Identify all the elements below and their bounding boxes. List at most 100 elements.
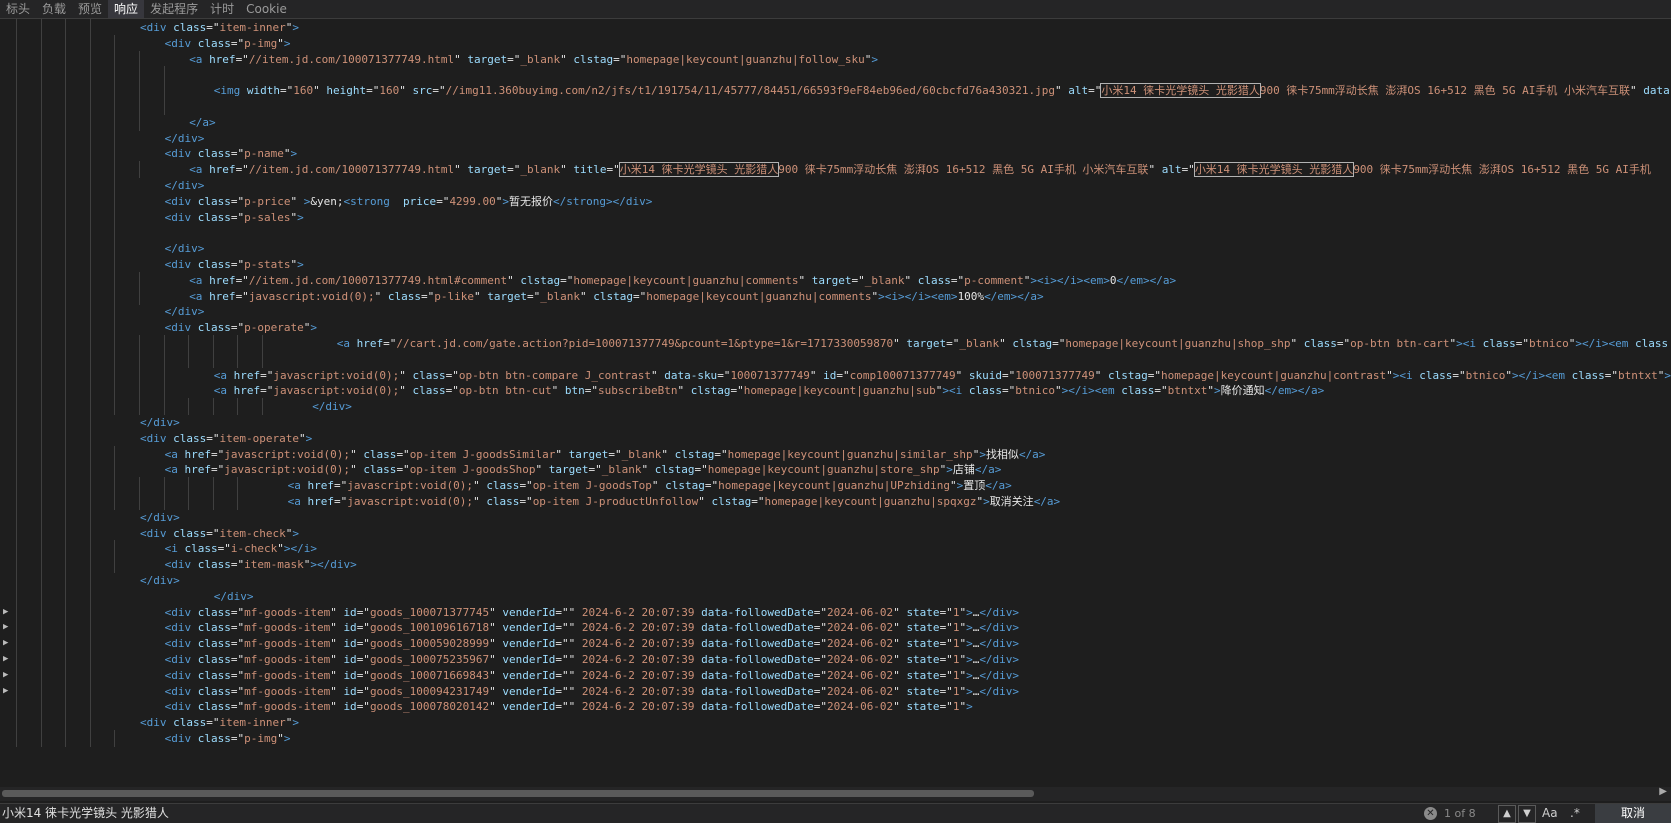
tab-3[interactable]: 响应 bbox=[108, 0, 145, 18]
indent-guide bbox=[114, 303, 116, 321]
indent-guide bbox=[163, 98, 165, 115]
tab-6[interactable]: Cookie bbox=[240, 0, 293, 18]
cancel-button[interactable]: 取消 bbox=[1595, 804, 1671, 823]
search-input[interactable] bbox=[0, 804, 1424, 823]
indent-guide bbox=[16, 192, 17, 210]
indent-guide bbox=[89, 129, 91, 147]
indent-guide bbox=[262, 398, 263, 416]
code-token: id bbox=[823, 368, 837, 382]
code-token: " bbox=[1386, 368, 1393, 382]
code-token: <div bbox=[164, 194, 198, 208]
code-line: ▶ <div class="mf-goods-item" id="goods_10… bbox=[0, 635, 1671, 653]
indent-guide bbox=[114, 177, 116, 194]
tab-0[interactable]: 标头 bbox=[0, 0, 36, 18]
indent-guide bbox=[65, 208, 67, 226]
code-token: </div> bbox=[979, 684, 1020, 698]
code-token: =" bbox=[813, 653, 827, 666]
code-token: venderId bbox=[502, 637, 556, 651]
code-token: class bbox=[197, 210, 231, 224]
code-line: ▶ <div class="mf-goods-item" id="goods_10… bbox=[0, 682, 1671, 700]
code-token: =" bbox=[939, 653, 953, 666]
indent-guide bbox=[65, 287, 67, 305]
code-token: venderId bbox=[502, 621, 556, 635]
indent-guide bbox=[163, 398, 165, 416]
code-token: class bbox=[173, 21, 207, 34]
code-token: </div> bbox=[164, 305, 205, 319]
code-token: 100071377749 bbox=[730, 368, 810, 382]
clear-icon[interactable]: ✕ bbox=[1424, 807, 1437, 820]
tab-5[interactable]: 计时 bbox=[204, 0, 240, 18]
indent-guide bbox=[163, 350, 165, 368]
expand-arrow-icon[interactable]: ▶ bbox=[3, 651, 13, 668]
scrollbar-thumb[interactable] bbox=[2, 790, 1034, 797]
code-text: </div> bbox=[165, 130, 205, 147]
indent-guide bbox=[16, 651, 17, 668]
code-token: " bbox=[560, 163, 574, 177]
indent-guide bbox=[237, 493, 239, 510]
code-token: class bbox=[197, 147, 231, 161]
code-token: =" bbox=[950, 273, 965, 287]
code-line: ▶ <div class="mf-goods-item" id="goods_10… bbox=[0, 619, 1671, 637]
code-token: data-followedDate bbox=[701, 684, 814, 698]
indent-guide bbox=[40, 508, 42, 526]
indent-guide bbox=[65, 540, 67, 558]
horizontal-scrollbar[interactable]: ▶ bbox=[0, 786, 1671, 801]
indent-guide bbox=[40, 540, 42, 558]
tab-2[interactable]: 预览 bbox=[72, 0, 108, 18]
code-text: <div class="p-name"> bbox=[165, 145, 298, 162]
indent-guide bbox=[65, 651, 67, 668]
code-token: homepage|keycount|guanzhu|UPzhiding bbox=[718, 479, 950, 493]
code-token: " bbox=[1054, 84, 1069, 98]
code-token: id bbox=[343, 684, 357, 698]
code-token: clstag bbox=[573, 52, 614, 66]
code-token: " bbox=[555, 447, 569, 461]
match-case-button[interactable]: Aa bbox=[1542, 804, 1558, 823]
code-token: clstag bbox=[654, 463, 695, 477]
expand-arrow-icon[interactable]: ▶ bbox=[3, 683, 13, 700]
code-token: class bbox=[173, 526, 207, 540]
indent-guide bbox=[89, 730, 91, 747]
regex-button[interactable]: .* bbox=[1570, 804, 1580, 823]
expand-arrow-icon[interactable]: ▶ bbox=[3, 667, 13, 684]
code-token: </div> bbox=[979, 653, 1020, 666]
indent-guide bbox=[89, 50, 91, 68]
code-text: </div> bbox=[165, 303, 205, 320]
previous-match-button[interactable]: ▲ bbox=[1498, 805, 1516, 823]
code-token: 2024-06-02 bbox=[826, 621, 894, 635]
code-token: > bbox=[966, 684, 973, 698]
code-token: " bbox=[677, 384, 691, 398]
code-token: javascript:void(0); bbox=[248, 289, 375, 303]
code-token: " bbox=[893, 700, 907, 714]
scroll-right-icon[interactable]: ▶ bbox=[1659, 786, 1667, 797]
code-token: _blank bbox=[601, 463, 642, 477]
code-token: class bbox=[387, 289, 422, 303]
indent-guide bbox=[139, 335, 140, 352]
code-line: <a href="//item.jd.com/100071377749.html… bbox=[0, 50, 1671, 68]
code-token: <a bbox=[213, 384, 234, 398]
code-token: <div bbox=[164, 605, 198, 619]
code-token: _blank bbox=[864, 273, 905, 287]
code-token: data-followedDate bbox=[701, 637, 814, 651]
code-line: </div> bbox=[0, 572, 1671, 589]
code-token: 2024-06-02 bbox=[826, 605, 894, 619]
code-text: </a> bbox=[189, 114, 216, 131]
code-token: </div> bbox=[140, 416, 180, 429]
code-token: href bbox=[233, 368, 261, 382]
code-line: <div class="item-check"> bbox=[0, 524, 1671, 542]
code-token: =" bbox=[836, 368, 850, 382]
code-token: 2024-6-2 20:07:39 bbox=[581, 700, 695, 714]
expand-arrow-icon[interactable]: ▶ bbox=[3, 604, 13, 621]
code-token: item-operate bbox=[219, 431, 299, 445]
indent-guide bbox=[40, 256, 42, 273]
tab-4[interactable]: 发起程序 bbox=[144, 0, 204, 18]
expand-arrow-icon[interactable]: ▶ bbox=[3, 619, 13, 636]
expand-arrow-icon[interactable]: ▶ bbox=[3, 635, 13, 652]
code-token: > bbox=[297, 210, 304, 224]
code-text: <a href="javascript:void(0);" class="op-… bbox=[288, 493, 1061, 510]
code-line: <div class="p-operate"> bbox=[0, 319, 1671, 337]
code-token: " bbox=[489, 684, 503, 698]
code-token: =" bbox=[751, 495, 765, 508]
code-token: =" bbox=[519, 479, 533, 493]
next-match-button[interactable]: ▼ bbox=[1518, 805, 1536, 823]
tab-1[interactable]: 负载 bbox=[36, 0, 72, 18]
